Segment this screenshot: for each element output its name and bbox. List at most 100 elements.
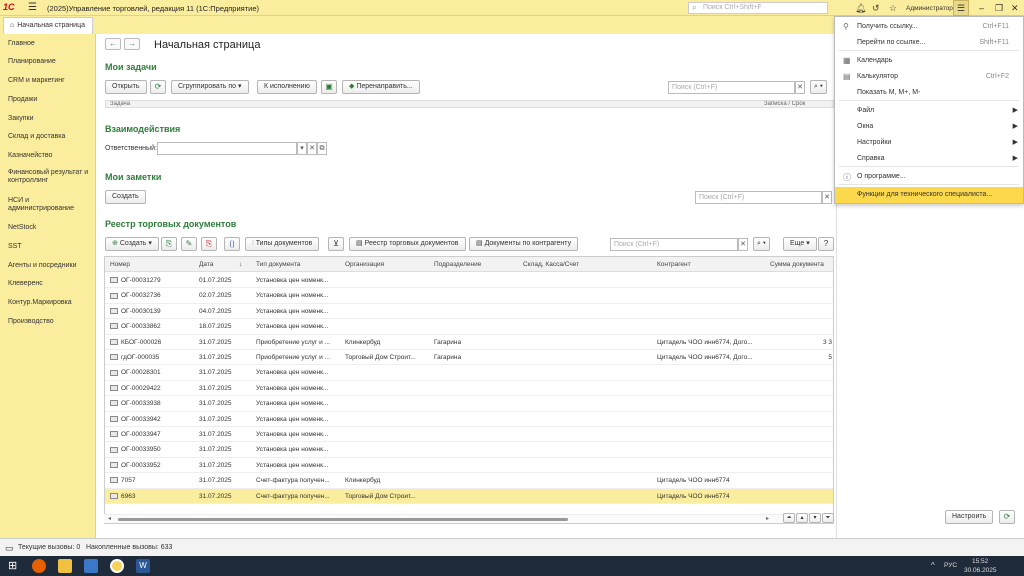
menu-item[interactable]: ▦ Календарь	[835, 53, 1023, 69]
clock-date[interactable]: 30.06.2025	[964, 567, 997, 574]
table-row[interactable]: ОГ-00030139 04.07.2025 Установка цен номен…	[105, 304, 833, 320]
col-header-date[interactable]: Дата	[199, 261, 213, 268]
table-row[interactable]: гдОГ-000035 31.07.2025 Приобретение услуг …	[105, 350, 833, 366]
tasks-search-input[interactable]: Поиск (Ctrl+F)	[668, 81, 795, 94]
sidebar-item-kontur[interactable]: Контур.Маркировка	[8, 299, 93, 307]
configure-button[interactable]: Настроить	[945, 510, 994, 524]
edit-pencil-icon[interactable]: ✎	[181, 237, 197, 251]
hamburger-menu-icon[interactable]: ☰	[28, 2, 37, 13]
menu-item[interactable]: ⓘ О программе...	[835, 169, 1023, 185]
forward-button[interactable]: →	[124, 38, 140, 50]
word-icon[interactable]: W	[136, 559, 150, 573]
table-row[interactable]: ОГ-00028301 31.07.2025 Установка цен номен…	[105, 365, 833, 381]
horizontal-scrollbar[interactable]: ◂ ▸	[104, 514, 834, 523]
star-icon[interactable]: ☆	[889, 3, 897, 14]
notes-create-button[interactable]: Создать	[105, 190, 146, 204]
menu-item[interactable]: Окна ▶	[835, 119, 1023, 135]
table-row[interactable]: ОГ-00033952 31.07.2025 Установка цен номен…	[105, 458, 833, 474]
group-by-button[interactable]: Сгруппировать по ▾	[171, 80, 249, 94]
global-search-input[interactable]: ⌕ Поиск Ctrl+Shift+F	[688, 2, 828, 14]
close-icon[interactable]: ✕	[1011, 3, 1019, 14]
registry-search-clear-icon[interactable]: ✕	[738, 238, 748, 251]
refresh-icon[interactable]: ⟳	[150, 80, 166, 94]
responsible-dropdown-icon[interactable]: ▾	[297, 142, 307, 155]
menu-item[interactable]: ▤ Калькулятор Ctrl+F2	[835, 69, 1023, 85]
table-row[interactable]: ОГ-00031279 01.07.2025 Установка цен номен…	[105, 273, 833, 289]
table-row[interactable]: ОГ-00033947 31.07.2025 Установка цен номен…	[105, 427, 833, 443]
sidebar-item-cleverence[interactable]: Клеверенс	[8, 280, 93, 288]
menu-item[interactable]: Перейти по ссылке... Shift+F11	[835, 35, 1023, 51]
table-row[interactable]: ОГ-00033950 31.07.2025 Установка цен номен…	[105, 442, 833, 458]
sidebar-item-warehouse[interactable]: Склад и доставка	[8, 133, 93, 141]
col-header-number[interactable]: Номер	[110, 261, 130, 268]
menu-item[interactable]: Настройки ▶	[835, 135, 1023, 151]
sidebar-item-purchases[interactable]: Закупки	[8, 115, 93, 123]
windows-start-icon[interactable]: ⊞	[8, 559, 17, 572]
sidebar-item-finance[interactable]: Финансовый результат и контроллинг	[8, 169, 93, 185]
table-row[interactable]: ОГ-00029422 31.07.2025 Установка цен номен…	[105, 381, 833, 397]
col-header-division[interactable]: Подразделение	[434, 261, 481, 268]
task-action-icon[interactable]: ▣	[321, 80, 337, 94]
keyboard-language[interactable]: РУС	[944, 562, 957, 569]
copy-document-icon[interactable]: ⎘	[161, 237, 177, 251]
table-row[interactable]: 6963 31.07.2025 Счет-фактура получен... Тор…	[105, 488, 833, 504]
notes-search-input[interactable]: Поиск (Ctrl+F)	[695, 191, 822, 204]
scrollbar-thumb[interactable]	[118, 518, 568, 521]
registry-search-input[interactable]: Поиск (Ctrl+F)	[610, 238, 738, 251]
table-row[interactable]: ОГ-00032736 02.07.2025 Установка цен номен…	[105, 288, 833, 304]
onec-taskbar-icon[interactable]	[110, 559, 124, 573]
to-execute-button[interactable]: К исполнению	[257, 80, 317, 94]
sidebar-item-planning[interactable]: Планирование	[8, 58, 93, 66]
explorer-icon[interactable]	[58, 559, 72, 573]
minimize-icon[interactable]: –	[979, 3, 984, 13]
tray-chevron-icon[interactable]: ^	[931, 561, 935, 570]
scroll-bottom-button[interactable]: ⏷	[822, 513, 834, 523]
sidebar-item-main[interactable]: Главное	[8, 40, 93, 48]
scroll-right-icon[interactable]: ▸	[766, 515, 769, 522]
structure-icon[interactable]: ⟮⟯	[224, 237, 240, 251]
sidebar-item-sales[interactable]: Продажи	[8, 96, 93, 104]
more-button[interactable]: Еще ▾	[783, 237, 817, 251]
sidebar-item-crm[interactable]: CRM и маркетинг	[8, 77, 93, 85]
menu-item[interactable]: Показать М, М+, М-	[835, 85, 1023, 101]
history-icon[interactable]: ↺	[872, 3, 880, 14]
sidebar-item-nsi[interactable]: НСИ и администрирование	[8, 197, 93, 213]
sidebar-item-netstock[interactable]: NetStock	[8, 224, 93, 232]
col-header-warehouse[interactable]: Склад, Касса/Счет	[523, 261, 579, 268]
refresh-icon[interactable]: ⟳	[999, 510, 1015, 524]
table-row[interactable]: ОГ-00033862 18.07.2025 Установка цен номен…	[105, 319, 833, 335]
scroll-down-button[interactable]: ▾	[809, 513, 821, 523]
menu-item[interactable]: Файл ▶	[835, 103, 1023, 119]
responsible-open-icon[interactable]: ⧉	[317, 142, 327, 155]
restore-icon[interactable]: ❐	[995, 3, 1003, 14]
tasks-search-clear-icon[interactable]: ✕	[795, 81, 805, 94]
responsible-input[interactable]	[157, 142, 297, 155]
sidebar-item-treasury[interactable]: Казначейство	[8, 152, 93, 160]
menu-item[interactable]: Функции для технического специалиста...	[835, 187, 1023, 203]
tasks-search-options-button[interactable]: ⌕ ▾	[810, 80, 827, 94]
redirect-button[interactable]: ◆ Перенаправить...	[342, 80, 420, 94]
open-button[interactable]: Открыть	[105, 80, 147, 94]
col-header-organization[interactable]: Организация	[345, 261, 384, 268]
clock-time[interactable]: 15:52	[972, 558, 988, 565]
scroll-left-icon[interactable]: ◂	[108, 515, 111, 522]
sidebar-item-agents[interactable]: Агенты и посредники	[8, 262, 93, 270]
col-header-sum[interactable]: Сумма документа	[770, 261, 824, 268]
main-menu-button[interactable]: ☰	[953, 0, 969, 16]
col-header-doc-type[interactable]: Тип документа	[256, 261, 300, 268]
clear-filter-icon[interactable]: ⊻	[328, 237, 344, 251]
app-icon[interactable]	[84, 559, 98, 573]
delete-document-icon[interactable]: ⎘	[201, 237, 217, 251]
sidebar-item-sst[interactable]: SST	[8, 243, 93, 251]
user-name[interactable]: Администратор	[906, 5, 953, 12]
registry-search-options-button[interactable]: ⌕ ▾	[753, 237, 770, 251]
sidebar-item-production[interactable]: Производство	[8, 318, 93, 326]
tab-home[interactable]: ⌂ Начальная страница	[3, 17, 93, 34]
scroll-top-button[interactable]: ⏶	[783, 513, 795, 523]
back-button[interactable]: ←	[105, 38, 121, 50]
firefox-icon[interactable]	[32, 559, 46, 573]
responsible-clear-icon[interactable]: ✕	[307, 142, 317, 155]
table-row[interactable]: КБОГ-000026 31.07.2025 Приобретение услуг …	[105, 335, 833, 350]
menu-item[interactable]: ⚲ Получить ссылку... Ctrl+F11	[835, 19, 1023, 35]
doc-types-button[interactable]: ⫶ Типы документов	[245, 237, 320, 251]
